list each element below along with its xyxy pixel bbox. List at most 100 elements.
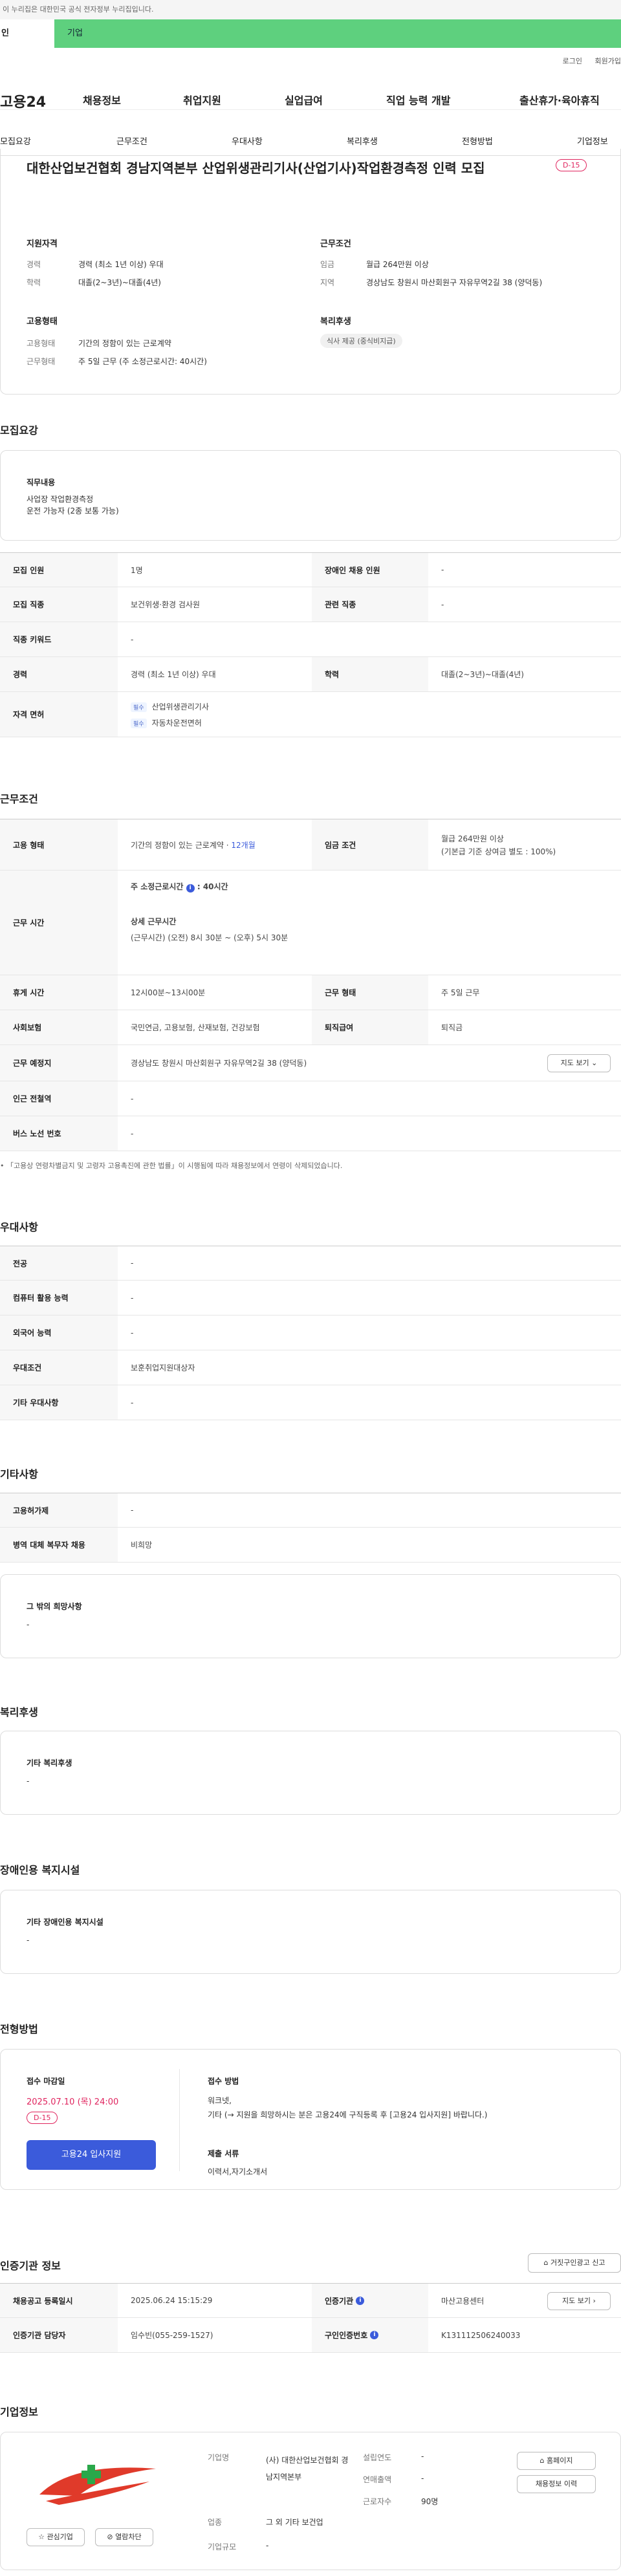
cell-value: - [131, 1094, 134, 1103]
table-row: 휴게 시간 12시00분~13시00분 근무 형태 주 5일 근무 [0, 975, 621, 1010]
segment-company[interactable]: 기업 [54, 19, 621, 48]
cell-label: 우대조건 [0, 1350, 118, 1385]
segment-personal[interactable]: 인 [0, 19, 54, 48]
fav-company-button[interactable]: ☆ 관심기업 [27, 2528, 85, 2546]
cell-label: 직종 키워드 [0, 622, 118, 656]
type-title: 고용형태 [27, 317, 58, 327]
cell-label: 고용허가제 [0, 1493, 118, 1527]
info-icon[interactable]: i [370, 2331, 379, 2339]
facility-box: 기타 장애인용 복지시설 - [0, 1890, 621, 1974]
industry-value: 그 외 기타 보건업 [266, 2518, 323, 2527]
homepage-button[interactable]: ⌂ 홈페이지 [517, 2452, 596, 2470]
cell-label: 휴게 시간 [0, 975, 118, 1010]
tab-work[interactable]: 근무조건 [116, 135, 147, 147]
chevron-down-icon: ⌄ [591, 1059, 598, 1067]
info-icon[interactable]: i [356, 2296, 365, 2305]
apply-box: 접수 마감일 2025.07.10 (목) 24:00 D-15 고용24 입사… [0, 2049, 621, 2190]
pref-heading: 우대사항 [0, 1221, 38, 1233]
tab-apply[interactable]: 전형방법 [462, 135, 493, 147]
apply-dday-badge: D-15 [27, 2112, 58, 2124]
cert-agency-label: 인증기관 [325, 2296, 354, 2306]
cert-heading: 인증기관 정보 [0, 2260, 61, 2272]
founded-value: - [421, 2452, 424, 2461]
cell-label: 근무 예정지 [0, 1045, 118, 1081]
cell-label: 퇴직급여 [312, 1010, 428, 1044]
cond-label: 지역 [320, 278, 335, 287]
cell-value: - [131, 1259, 134, 1268]
block-view-button[interactable]: ⊘ 열람차단 [95, 2528, 153, 2546]
table-row: 버스 노선 번호 - [0, 1116, 621, 1151]
cell-label: 전공 [0, 1246, 118, 1280]
table-row: 고용허가제 - [0, 1493, 621, 1528]
history-button[interactable]: 채용정보 이력 [517, 2475, 596, 2493]
cell-label: 인증기관 담당자 [0, 2318, 118, 2352]
recruit-heading: 모집요강 [0, 424, 38, 437]
job-summary-card: 대한산업보건협회 경남지역본부 산업위생관리기사(산업기사)작업환경측정 인력 … [0, 149, 621, 395]
gnb-menu-unemployment[interactable]: 실업급여 [285, 92, 323, 107]
cell-value: 주 소정근로시간 i : 40시간 상세 근무시간 (근무시간) (오전) 8시… [118, 871, 621, 975]
duty-line: 운전 가능자 (2종 보통 가능) [27, 506, 119, 515]
login-link[interactable]: 로그인 [563, 57, 582, 65]
job-title: 대한산업보건협회 경남지역본부 산업위생관리기사(산업기사)작업환경측정 인력 … [27, 160, 485, 176]
member-segment: 인 기업 [0, 19, 621, 48]
map-button[interactable]: 지도 보기 ⌄ [547, 1054, 611, 1072]
cell-value: 퇴직금 [441, 1023, 463, 1032]
company-name-label: 기업명 [208, 2453, 230, 2462]
cell-label: 학력 [312, 657, 428, 691]
gnb-menu-employment[interactable]: 취업지원 [183, 92, 221, 107]
cell-label: 고용 형태 [0, 819, 118, 870]
cell-value: 주 5일 근무 [441, 988, 480, 997]
method-line: 워크넷, [208, 2096, 232, 2105]
cell-label: 자격 면허 [0, 692, 118, 737]
table-row: 외국어 능력 - [0, 1315, 621, 1350]
report-button-label: 거짓구인광고 신고 [550, 2258, 605, 2267]
emp-type-months: 12개월 [231, 840, 256, 850]
gnb-menu-jobs[interactable]: 채용정보 [83, 92, 121, 107]
gnb-menu-training[interactable]: 직업 능력 개발 [386, 92, 450, 107]
age-note: • 「고용상 연령차별금지 및 고령자 고용촉진에 관한 법률」이 시행됨에 따… [0, 1162, 343, 1170]
tab-benefit[interactable]: 복리후생 [347, 135, 378, 147]
hours-detail-title: 상세 근무시간 [131, 917, 177, 926]
table-row: 근무 시간 주 소정근로시간 i : 40시간 상세 근무시간 (근무시간) (… [0, 871, 621, 975]
table-row: 자격 면허 필수 산업위생관리기사 필수 자동차운전면허 [0, 692, 621, 737]
cert-map-button[interactable]: 지도 보기 › [547, 2292, 611, 2310]
report-button[interactable]: ⌂ 거짓구인광고 신고 [528, 2253, 621, 2273]
cell-value: - [441, 565, 444, 574]
cond-label: 임금 [320, 260, 335, 269]
table-row: 사회보험 국민연금, 고용보험, 산재보험, 건강보험 퇴직급여 퇴직금 [0, 1010, 621, 1045]
chevron-right-icon: › [593, 2297, 596, 2305]
site-logo[interactable]: 고용24 [0, 91, 71, 111]
table-row: 우대조건 보훈취업지원대상자 [0, 1350, 621, 1385]
wish-box: 그 밖의 희망사항 - [0, 1574, 621, 1658]
docs-value: 이력서,자기소개서 [208, 2167, 268, 2176]
cell-value: 2025.06.24 15:15:29 [131, 2296, 213, 2305]
divider [179, 2069, 180, 2171]
license-item: 자동차운전면허 [151, 719, 202, 728]
emp-type-value: 기간의 정함이 있는 근로계약 · [131, 840, 229, 850]
cell-label: 모집 인원 [0, 553, 118, 587]
cert-number-label: 구인인증번호 [325, 2331, 368, 2340]
cell-value: - [131, 634, 134, 644]
type-value: 주 5일 근무 (주 소정근로시간: 40시간) [78, 357, 207, 366]
cell-value: - [441, 600, 444, 609]
qual-label: 경력 [27, 260, 41, 269]
cond-value: 월급 264만원 이상 [366, 260, 429, 269]
gnb: 고용24 채용정보 취업지원 실업급여 직업 능력 개발 출산휴가·육아휴직 [0, 71, 621, 111]
cell-value: 대졸(2~3년)~대졸(4년) [441, 670, 524, 679]
company-name-value: (사) 대한산업보건협회 경남지역본부 [266, 2456, 349, 2482]
apply-button[interactable]: 고용24 입사지원 [27, 2140, 156, 2170]
benefit-value: - [27, 1777, 30, 1786]
wage-line: (기본급 기준 상여금 별도 : 100%) [441, 847, 556, 856]
cell-value: - [131, 1129, 134, 1138]
deadline-label: 접수 마감일 [27, 2077, 65, 2086]
cell-label: 근무 형태 [312, 975, 428, 1010]
info-icon[interactable]: i [186, 884, 195, 893]
tab-pref[interactable]: 우대사항 [232, 135, 263, 147]
cell-label: 병역 대체 복무자 채용 [0, 1528, 118, 1562]
tab-recruit[interactable]: 모집요강 [0, 135, 31, 147]
tab-company[interactable]: 기업정보 [577, 135, 608, 147]
signup-link[interactable]: 회원가입 [595, 57, 621, 65]
gnb-menu-parental[interactable]: 출산휴가·육아휴직 [519, 92, 600, 107]
welfare-tag: 식사 제공 (중식비지급) [320, 334, 402, 348]
cell-value: - [131, 1398, 134, 1407]
